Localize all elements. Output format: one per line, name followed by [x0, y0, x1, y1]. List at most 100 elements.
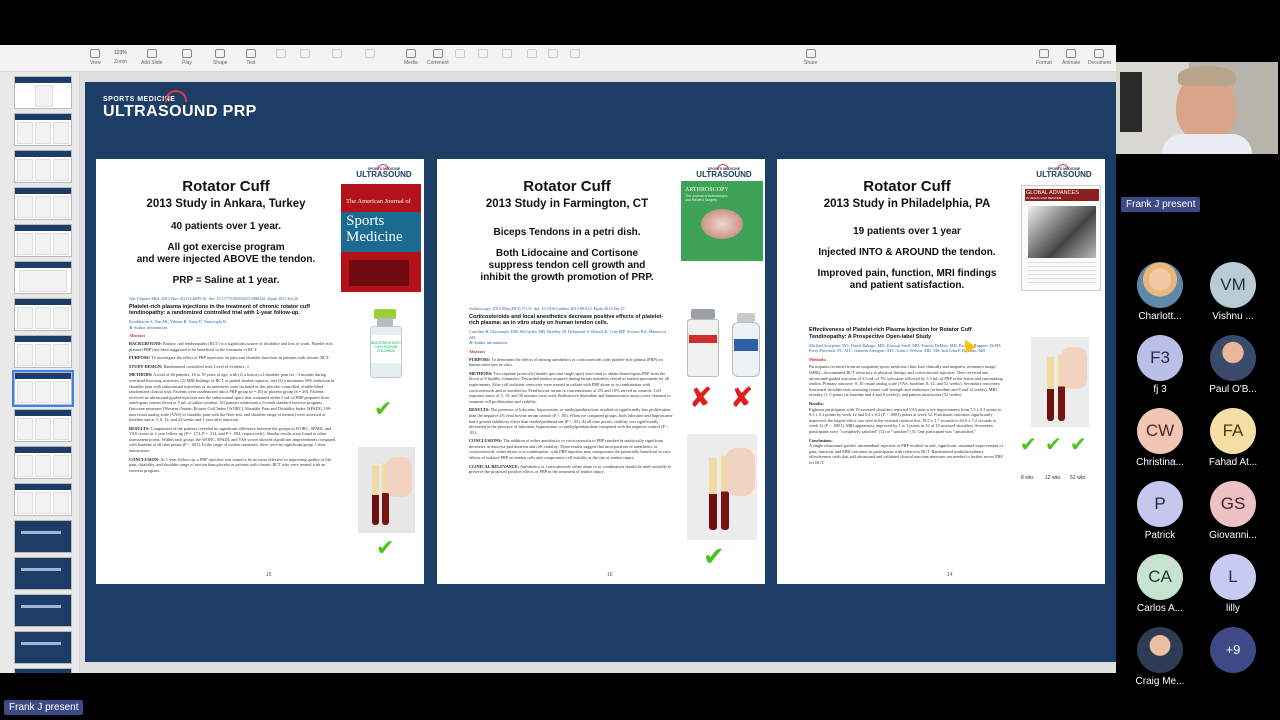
add-slide-button[interactable]: Add Slide — [141, 49, 162, 66]
slide-thumbnail[interactable] — [14, 261, 72, 294]
more-participants-button[interactable]: +9 — [1193, 627, 1273, 673]
cross-mark-icon: ✘ — [689, 381, 713, 414]
participant-avatar: P — [1137, 481, 1183, 527]
participant-overflow-count: +9 — [1210, 627, 1256, 673]
participant-tile[interactable]: Craig Me... — [1120, 627, 1200, 687]
bottom-presenter-tag: Frank J present — [4, 700, 84, 715]
ultrasound-logo: SPORTS MEDICINE ULTRASOUND — [1035, 164, 1093, 179]
share-icon — [805, 49, 816, 58]
presenter-video[interactable] — [1116, 62, 1278, 154]
participant-tile[interactable]: VM Vishnu ... — [1193, 262, 1273, 322]
lidocaine-vial-image — [683, 307, 723, 381]
check-mark-icon: ✔ — [1070, 432, 1087, 456]
panel-title: Rotator Cuff — [182, 178, 270, 195]
slide-thumbnail[interactable] — [14, 483, 72, 516]
participant-avatar: F3 — [1137, 335, 1183, 381]
slide-thumbnail[interactable] — [14, 594, 72, 627]
disabled-tool[interactable] — [300, 49, 310, 60]
participant-tile[interactable]: CA Carlos A... — [1120, 554, 1200, 614]
participant-tile[interactable]: GS Giovanni... — [1193, 481, 1273, 541]
shape-button[interactable]: Shape — [213, 49, 227, 66]
presenter-name-tag: Frank J present — [1121, 197, 1201, 212]
share-button[interactable]: Share — [804, 49, 817, 66]
ultrasound-wave-icon — [165, 90, 187, 102]
disabled-tool[interactable] — [548, 49, 558, 60]
check-mark-icon: ✔ — [376, 536, 395, 561]
participant-tile[interactable]: P Patrick — [1120, 481, 1200, 541]
cross-mark-icon: ✘ — [730, 381, 754, 414]
animate-button[interactable]: Animate — [1062, 49, 1080, 66]
slide-navigator[interactable] — [0, 72, 80, 673]
study-panel-philadelphia: Rotator Cuff 2013 Study in Philadelphia,… — [777, 159, 1105, 584]
slide[interactable]: SPORTS MEDICINE ULTRASOUND PRP Rotator C… — [85, 82, 1116, 662]
participant-tile[interactable]: F3 fj 3 — [1120, 335, 1200, 395]
slide-thumbnail-selected[interactable] — [12, 370, 74, 407]
participant-tile[interactable]: FA Fahad At... — [1193, 408, 1273, 468]
check-mark-icon: ✔ — [1045, 432, 1062, 456]
meeting-screen: View 123% Zoom Add Slide Play Shape Text … — [0, 0, 1280, 720]
disabled-tool[interactable] — [365, 49, 375, 60]
slide-thumbnail[interactable] — [14, 224, 72, 257]
panel-subtitle: 2013 Study in Ankara, Turkey — [146, 198, 306, 210]
animate-icon — [1066, 49, 1077, 58]
participant-tile[interactable]: L lilly — [1193, 554, 1273, 614]
participant-avatar — [1137, 262, 1183, 308]
zoom-button[interactable]: 123% Zoom — [114, 49, 127, 65]
media-button[interactable]: Media — [404, 49, 418, 66]
slide-thumbnail[interactable] — [14, 298, 72, 331]
abstract-text: Arthroscopy. 2013 May;29(5):711-8. doi: … — [469, 306, 673, 475]
slide-thumbnail[interactable] — [14, 557, 72, 590]
disabled-tool[interactable] — [455, 49, 465, 60]
journal-cover: The American Journal of Sports Medicine — [341, 184, 421, 292]
participant-tile[interactable]: CW Christina... — [1120, 408, 1200, 468]
abstract-text: Am J Sports Med. 2013 Nov;41(11):2609-16… — [129, 296, 336, 473]
participant-tile[interactable]: Paul O'B... — [1193, 335, 1273, 395]
cortisone-vial-image — [726, 313, 765, 381]
journal-cover: ARTHROSCOPY The Journal of Arthroscopic … — [681, 181, 763, 261]
participant-avatar: CA — [1137, 554, 1183, 600]
participant-avatar — [1137, 627, 1183, 673]
document-button[interactable]: Document — [1088, 49, 1111, 66]
slide-thumbnail[interactable] — [14, 520, 72, 553]
disabled-tool[interactable] — [478, 49, 488, 60]
disabled-tool[interactable] — [570, 49, 580, 60]
document-icon — [1094, 49, 1105, 58]
media-icon — [405, 49, 416, 58]
slide-thumbnail[interactable] — [14, 150, 72, 183]
zoom-value: 123% — [114, 50, 127, 56]
check-mark-icon: ✔ — [1020, 432, 1037, 456]
slide-thumbnail[interactable] — [14, 76, 72, 109]
slide-thumbnail[interactable] — [14, 335, 72, 368]
check-mark-icon: ✔ — [703, 542, 725, 572]
view-button[interactable]: View — [90, 49, 101, 66]
format-icon — [1038, 49, 1049, 58]
disabled-tool[interactable] — [527, 49, 537, 60]
prp-tubes-image — [1031, 337, 1089, 427]
disabled-tool[interactable] — [502, 49, 512, 60]
check-mark-icon: ✔ — [374, 397, 393, 422]
brand-logo: SPORTS MEDICINE ULTRASOUND PRP — [103, 90, 257, 120]
keynote-toolbar: View 123% Zoom Add Slide Play Shape Text … — [0, 45, 1116, 72]
disabled-tool[interactable] — [332, 49, 342, 60]
text-button[interactable]: Text — [246, 49, 256, 66]
comment-button[interactable]: Comment — [427, 49, 449, 66]
view-icon — [90, 49, 101, 58]
study-panel-ankara: Rotator Cuff 2013 Study in Ankara, Turke… — [96, 159, 424, 584]
ultrasound-logo: SPORTS MEDICINE ULTRASOUND — [355, 164, 413, 179]
abstract-text: Effectiveness of Platelet-rich Plasma In… — [809, 327, 1003, 465]
format-button[interactable]: Format — [1036, 49, 1052, 66]
slide-thumbnail[interactable] — [14, 446, 72, 479]
panel-points: 40 patients over 1 year. All got exercis… — [136, 221, 316, 286]
panel-points: 19 patients over 1 year Injected INTO & … — [817, 226, 997, 291]
journal-cover: GLOBAL ADVANCES IN HEALTH AND MEDICINE — [1021, 185, 1101, 291]
participant-tile[interactable]: Charlott... — [1120, 262, 1200, 322]
slide-thumbnail[interactable] — [14, 113, 72, 146]
slide-thumbnail[interactable] — [14, 409, 72, 442]
slide-thumbnail[interactable] — [14, 631, 72, 664]
shape-icon — [215, 49, 226, 58]
slide-thumbnail[interactable] — [14, 668, 72, 673]
study-panel-farmington: Rotator Cuff 2013 Study in Farmington, C… — [437, 159, 765, 584]
play-button[interactable]: Play — [182, 49, 192, 66]
slide-thumbnail[interactable] — [14, 187, 72, 220]
disabled-tool[interactable] — [276, 49, 286, 60]
